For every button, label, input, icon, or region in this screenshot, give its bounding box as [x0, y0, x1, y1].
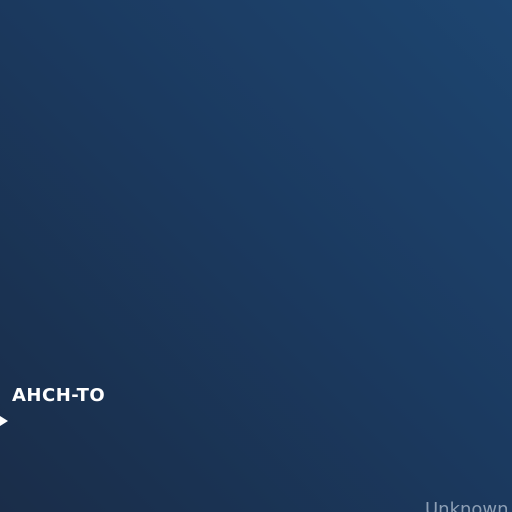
- region-label: Unknown: [425, 499, 509, 512]
- planet-marker-icon[interactable]: [0, 416, 8, 426]
- planet-label[interactable]: AHCH-TO: [12, 385, 105, 406]
- galaxy-map[interactable]: AHCH-TO Unknown: [0, 0, 512, 512]
